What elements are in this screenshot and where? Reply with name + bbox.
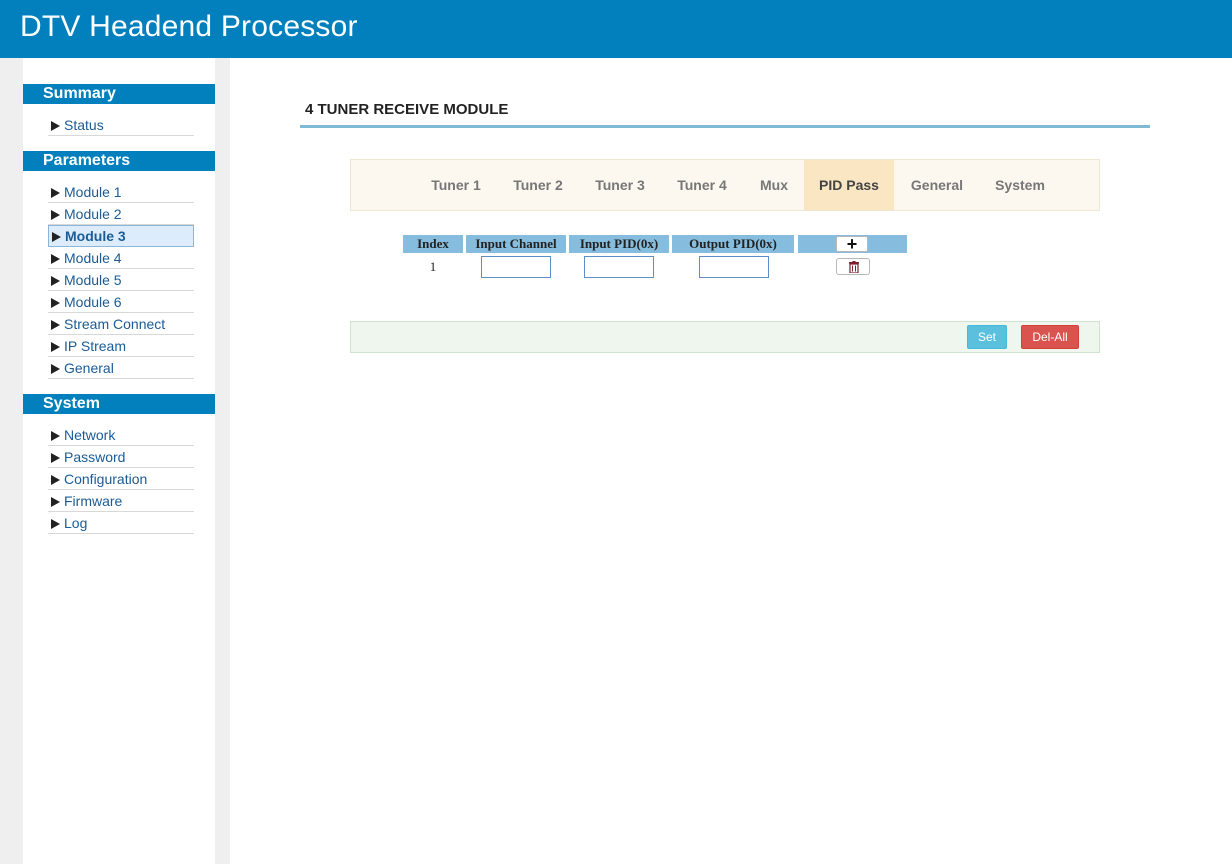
triangle-right-icon xyxy=(51,121,60,131)
sidebar-item-configuration[interactable]: Configuration xyxy=(48,469,194,490)
sidebar-item-password[interactable]: Password xyxy=(48,447,194,468)
triangle-right-icon xyxy=(51,276,60,286)
set-button[interactable]: Set xyxy=(967,325,1007,349)
sidebar-section-parameters: Parameters xyxy=(23,151,215,171)
tab-mux[interactable]: Mux xyxy=(749,160,799,210)
tab-system[interactable]: System xyxy=(985,160,1055,210)
sidebar-item-label: Module 2 xyxy=(64,206,122,222)
sidebar-item-label: Module 4 xyxy=(64,250,122,266)
add-row-button[interactable]: + xyxy=(836,234,868,254)
sidebar-item-label: General xyxy=(64,360,114,376)
sidebar-item-stream-connect[interactable]: Stream Connect xyxy=(48,314,194,335)
tab-tuner-2[interactable]: Tuner 2 xyxy=(503,160,573,210)
app-title: DTV Headend Processor xyxy=(20,10,358,43)
main-content: 4 TUNER RECEIVE MODULE Tuner 1 Tuner 2 T… xyxy=(230,58,1232,864)
sidebar-section-summary: Summary xyxy=(23,84,215,104)
sidebar-section-system: System xyxy=(23,394,215,414)
input-channel-field[interactable] xyxy=(481,256,551,278)
sidebar: Summary Status Parameters Module 1 Modul… xyxy=(23,58,215,864)
triangle-right-icon xyxy=(51,364,60,374)
sidebar-item-module-5[interactable]: Module 5 xyxy=(48,270,194,291)
sidebar-item-label: Module 5 xyxy=(64,272,122,288)
sidebar-item-label: Network xyxy=(64,427,116,443)
sidebar-item-label: Module 1 xyxy=(64,184,122,200)
sidebar-item-firmware[interactable]: Firmware xyxy=(48,491,194,512)
sidebar-item-label: Module 3 xyxy=(65,228,126,244)
sidebar-item-label: Firmware xyxy=(64,493,123,509)
triangle-right-icon xyxy=(51,519,60,529)
trash-icon xyxy=(849,261,859,273)
sidebar-item-module-6[interactable]: Module 6 xyxy=(48,292,194,313)
tab-pid-pass[interactable]: PID Pass xyxy=(804,160,894,210)
sidebar-item-log[interactable]: Log xyxy=(48,513,194,534)
triangle-right-icon xyxy=(52,232,61,242)
sidebar-item-label: IP Stream xyxy=(64,338,126,354)
title-divider xyxy=(300,125,1150,128)
row-index: 1 xyxy=(429,259,437,274)
column-header-index: Index xyxy=(403,235,463,253)
triangle-right-icon xyxy=(51,254,60,264)
column-header-output-pid: Output PID(0x) xyxy=(672,235,794,253)
triangle-right-icon xyxy=(51,342,60,352)
column-header-input-channel: Input Channel xyxy=(466,235,566,253)
triangle-right-icon xyxy=(51,431,60,441)
sidebar-item-label: Log xyxy=(64,515,88,531)
sidebar-item-module-3[interactable]: Module 3 xyxy=(48,225,194,247)
triangle-right-icon xyxy=(51,298,60,308)
triangle-right-icon xyxy=(51,210,60,220)
input-pid-field[interactable] xyxy=(584,256,654,278)
plus-icon: + xyxy=(846,234,858,254)
page-title: 4 TUNER RECEIVE MODULE xyxy=(305,101,509,118)
delete-all-button[interactable]: Del-All xyxy=(1021,325,1079,349)
sidebar-item-module-4[interactable]: Module 4 xyxy=(48,248,194,269)
delete-row-button[interactable] xyxy=(836,258,870,275)
sidebar-item-ip-stream[interactable]: IP Stream xyxy=(48,336,194,357)
tab-bar: Tuner 1 Tuner 2 Tuner 3 Tuner 4 Mux PID … xyxy=(350,159,1100,211)
tab-general[interactable]: General xyxy=(901,160,973,210)
sidebar-item-label: Configuration xyxy=(64,471,148,487)
sidebar-item-module-2[interactable]: Module 2 xyxy=(48,204,194,225)
triangle-right-icon xyxy=(51,453,60,463)
app-header: DTV Headend Processor xyxy=(0,0,1232,58)
sidebar-item-label: Password xyxy=(64,449,126,465)
sidebar-item-label: Module 6 xyxy=(64,294,122,310)
sidebar-item-network[interactable]: Network xyxy=(48,425,194,446)
sidebar-item-status[interactable]: Status xyxy=(48,115,194,136)
tab-tuner-1[interactable]: Tuner 1 xyxy=(421,160,491,210)
sidebar-item-label: Status xyxy=(64,117,104,133)
sidebar-item-general[interactable]: General xyxy=(48,358,194,379)
triangle-right-icon xyxy=(51,320,60,330)
column-header-input-pid: Input PID(0x) xyxy=(569,235,669,253)
tab-tuner-4[interactable]: Tuner 4 xyxy=(667,160,737,210)
tab-tuner-3[interactable]: Tuner 3 xyxy=(585,160,655,210)
sidebar-item-label: Stream Connect xyxy=(64,316,166,332)
output-pid-field[interactable] xyxy=(699,256,769,278)
triangle-right-icon xyxy=(51,497,60,507)
action-bar: Set Del-All xyxy=(350,321,1100,353)
sidebar-item-module-1[interactable]: Module 1 xyxy=(48,182,194,203)
triangle-right-icon xyxy=(51,188,60,198)
triangle-right-icon xyxy=(51,475,60,485)
